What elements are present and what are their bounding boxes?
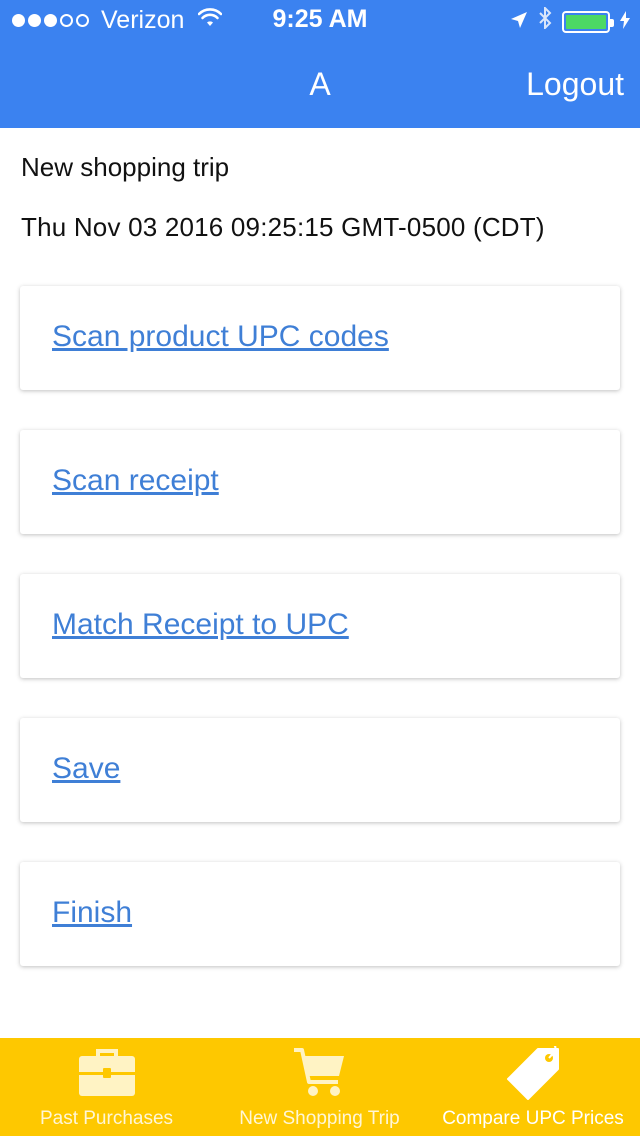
trip-datetime: Thu Nov 03 2016 09:25:15 GMT-0500 (CDT) (21, 212, 545, 242)
tab-past-purchases[interactable]: Past Purchases (0, 1038, 213, 1136)
match-receipt-link[interactable]: Match Receipt to UPC (52, 608, 349, 642)
tab-label-compare-upc-prices: Compare UPC Prices (442, 1108, 624, 1129)
briefcase-icon (78, 1046, 136, 1103)
status-bar: Verizon 9:25 AM (0, 0, 640, 40)
scan-upc-card[interactable]: Scan product UPC codes (20, 286, 620, 390)
match-receipt-card[interactable]: Match Receipt to UPC (20, 574, 620, 678)
trip-title: New shopping trip (21, 152, 230, 182)
tab-bar: Past Purchases New Shopping Trip Compare… (0, 1038, 640, 1136)
scan-receipt-card[interactable]: Scan receipt (20, 430, 620, 534)
cart-icon (292, 1046, 346, 1105)
bluetooth-icon (538, 5, 552, 36)
tab-compare-upc-prices[interactable]: Compare UPC Prices (426, 1038, 640, 1136)
tab-label-past-purchases: Past Purchases (39, 1108, 174, 1129)
finish-card[interactable]: Finish (20, 862, 620, 966)
battery-icon (562, 10, 614, 33)
logout-button[interactable]: Logout (526, 66, 624, 103)
price-tag-icon (502, 1043, 562, 1109)
charging-bolt-icon (620, 8, 630, 36)
status-right (510, 5, 630, 36)
save-card[interactable]: Save (20, 718, 620, 822)
tab-new-shopping-trip[interactable]: New Shopping Trip (213, 1038, 426, 1136)
nav-bar: A Logout (0, 40, 640, 128)
scan-receipt-link[interactable]: Scan receipt (52, 464, 219, 498)
location-arrow-icon (510, 8, 528, 36)
scan-upc-link[interactable]: Scan product UPC codes (52, 320, 389, 354)
save-link[interactable]: Save (52, 752, 120, 786)
app-screen: Verizon 9:25 AM A Logout New shopping tr… (0, 0, 640, 1136)
finish-link[interactable]: Finish (52, 896, 132, 930)
tab-label-new-shopping-trip: New Shopping Trip (239, 1108, 400, 1129)
header-background: Verizon 9:25 AM A Logout (0, 0, 640, 128)
